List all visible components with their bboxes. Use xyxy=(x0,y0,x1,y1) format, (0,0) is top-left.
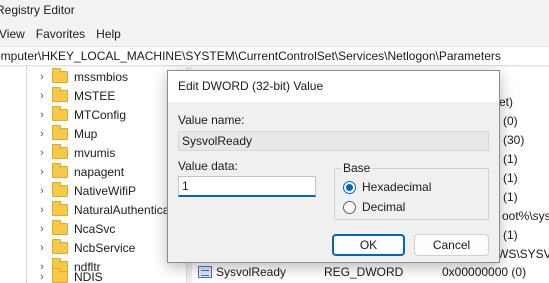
hexadecimal-label[interactable]: Hexadecimal xyxy=(362,180,431,194)
tree-item-label: mssmbios xyxy=(74,69,129,84)
tree-item-label: napagent xyxy=(74,164,125,179)
tree-item-mstee[interactable]: › MSTEE xyxy=(36,86,115,105)
tree-item-label: Mup xyxy=(74,126,98,141)
value-data-fragment: et) xyxy=(499,95,514,109)
value-name: SysvolReady xyxy=(216,265,287,279)
folder-icon xyxy=(52,124,68,140)
menu-view[interactable]: View xyxy=(0,24,25,44)
tree-item-ncbservice[interactable]: › NcbService xyxy=(36,238,135,257)
radio-selected-icon[interactable] xyxy=(343,180,356,194)
tree-item-label: NaturalAuthentica xyxy=(74,202,170,217)
ok-button[interactable]: OK xyxy=(332,234,405,256)
chevron-right-icon[interactable]: › xyxy=(36,147,48,159)
tree-guide-line xyxy=(26,67,27,283)
cancel-button[interactable]: Cancel xyxy=(414,234,489,256)
chevron-right-icon[interactable]: › xyxy=(36,90,48,102)
chevron-right-icon[interactable]: › xyxy=(36,242,48,254)
chevron-right-icon[interactable]: › xyxy=(36,109,48,121)
tree-item-label: NDIS xyxy=(74,269,103,283)
decimal-label[interactable]: Decimal xyxy=(362,200,405,214)
value-data: 0x00000000 (0) xyxy=(442,265,527,279)
tree-item-label: NativeWifiP xyxy=(74,183,137,198)
tree-item-mup[interactable]: › Mup xyxy=(36,124,97,143)
tree-item-naturalauthentication[interactable]: › NaturalAuthentica xyxy=(36,200,169,219)
tree-item-ndis[interactable]: › NDIS xyxy=(36,267,103,283)
window-title: Registry Editor xyxy=(0,3,75,17)
chevron-right-icon[interactable]: › xyxy=(36,71,48,83)
tree-item-ncasvc[interactable]: › NcaSvc xyxy=(36,219,115,238)
tree-item-napagent[interactable]: › napagent xyxy=(36,162,124,181)
key-tree-panel[interactable]: › mssmbios › MSTEE › MTConfig › Mup › mv… xyxy=(0,67,186,283)
folder-icon xyxy=(52,105,68,121)
value-data-fragment: (1) xyxy=(503,228,518,242)
value-name-label: Value name: xyxy=(178,113,245,127)
menu-help[interactable]: Help xyxy=(96,24,121,44)
decimal-radio[interactable]: Decimal xyxy=(343,200,405,214)
address-path: omputer\HKEY_LOCAL_MACHINE\SYSTEM\Curren… xyxy=(0,49,501,63)
tree-item-label: MTConfig xyxy=(74,107,127,122)
folder-icon xyxy=(52,86,68,102)
tree-item-label: MSTEE xyxy=(74,88,116,103)
menu-favorites[interactable]: Favorites xyxy=(36,24,85,44)
folder-icon xyxy=(52,162,68,178)
value-data-fragment: (0) xyxy=(503,114,518,128)
value-data-fragment: (30) xyxy=(503,133,525,147)
folder-icon xyxy=(52,200,68,216)
value-type: REG_DWORD xyxy=(324,265,404,279)
address-bar[interactable]: omputer\HKEY_LOCAL_MACHINE\SYSTEM\Curren… xyxy=(0,46,549,66)
edit-dword-dialog: Edit DWORD (32-bit) Value Value name: Va… xyxy=(167,70,500,263)
value-data-fragment: (1) xyxy=(503,190,518,204)
dword-value-icon xyxy=(198,266,212,278)
value-data-fragment: (1) xyxy=(503,152,518,166)
folder-icon xyxy=(52,238,68,254)
chevron-right-icon[interactable]: › xyxy=(36,223,48,235)
tree-item-nativewifip[interactable]: › NativeWifiP xyxy=(36,181,136,200)
window-title-bar: Registry Editor xyxy=(0,0,549,22)
menu-bar: View Favorites Help xyxy=(0,24,132,44)
value-row-sysvolready[interactable]: SysvolReady REG_DWORD 0x00000000 (0) xyxy=(198,263,526,281)
folder-icon xyxy=(52,181,68,197)
tree-item-label: mvumis xyxy=(74,145,116,160)
hexadecimal-radio[interactable]: Hexadecimal xyxy=(343,180,431,194)
tree-item-label: NcaSvc xyxy=(74,221,116,236)
base-group: Base Hexadecimal Decimal xyxy=(334,161,489,220)
folder-icon xyxy=(52,219,68,235)
folder-icon xyxy=(52,143,68,159)
folder-icon xyxy=(52,267,68,283)
value-name-field xyxy=(178,131,489,151)
chevron-right-icon[interactable]: › xyxy=(36,271,48,283)
tree-item-mssmbios[interactable]: › mssmbios xyxy=(36,67,128,86)
tree-item-mvumis[interactable]: › mvumis xyxy=(36,143,115,162)
base-label: Base xyxy=(341,161,373,175)
value-data-label: Value data: xyxy=(178,159,238,173)
tree-item-mtconfig[interactable]: › MTConfig xyxy=(36,105,126,124)
value-data-fragment: WS\SYSVO xyxy=(497,247,549,261)
value-data-fragment: oot%\syste xyxy=(502,209,549,223)
radio-unselected-icon[interactable] xyxy=(343,200,356,214)
tree-item-label: NcbService xyxy=(74,240,136,255)
value-data-fragment: (1) xyxy=(503,171,518,185)
dialog-title: Edit DWORD (32-bit) Value xyxy=(168,71,499,102)
chevron-right-icon[interactable]: › xyxy=(36,128,48,140)
folder-icon xyxy=(52,67,68,83)
chevron-right-icon[interactable]: › xyxy=(36,166,48,178)
chevron-right-icon[interactable]: › xyxy=(36,204,48,216)
chevron-right-icon[interactable]: › xyxy=(36,185,48,197)
value-data-input[interactable] xyxy=(178,176,316,197)
